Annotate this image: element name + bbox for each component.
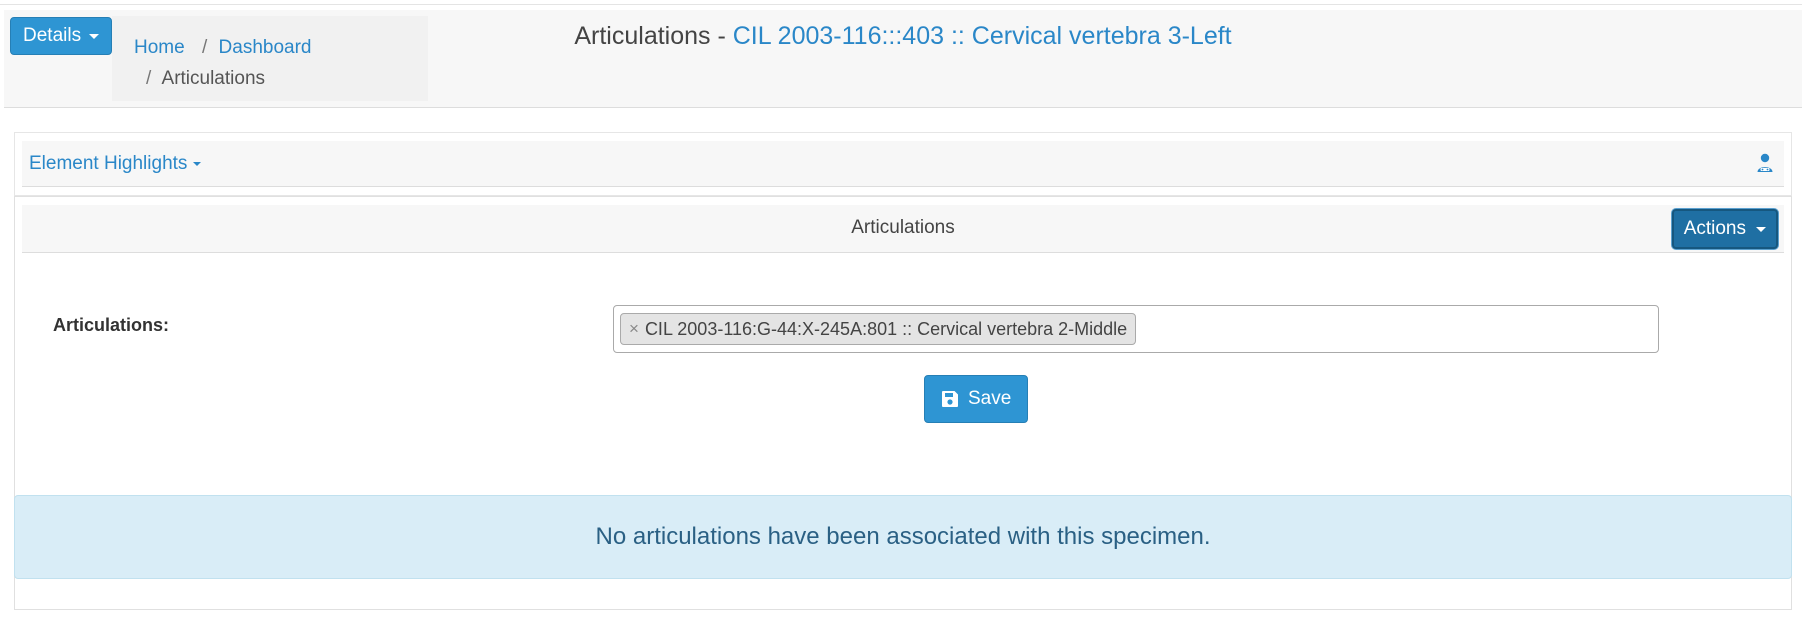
articulations-panel-header: Articulations Actions xyxy=(22,205,1784,253)
element-highlights-label: Element Highlights xyxy=(29,152,188,174)
actions-label: Actions xyxy=(1683,218,1746,239)
page-title: Articulations - CIL 2003-116:::403 :: Ce… xyxy=(4,22,1802,51)
caret-down-icon xyxy=(1756,226,1766,232)
floppy-disk-icon xyxy=(942,391,958,407)
top-divider xyxy=(0,4,1802,5)
no-articulations-alert: No articulations have been associated wi… xyxy=(14,495,1792,579)
breadcrumb-separator: / xyxy=(146,68,152,89)
element-highlights-header: Element Highlights xyxy=(22,141,1784,187)
alert-text: No articulations have been associated wi… xyxy=(595,523,1211,550)
page-header: Details Home / Dashboard / Articulations… xyxy=(4,10,1802,108)
panel-title: Articulations xyxy=(851,217,955,238)
actions-dropdown-button[interactable]: Actions xyxy=(1671,209,1778,249)
user-icon[interactable] xyxy=(1756,152,1774,174)
articulations-panel: Articulations Actions Articulations: × C… xyxy=(14,196,1792,610)
articulations-field-label: Articulations: xyxy=(53,315,170,335)
element-highlights-toggle[interactable]: Element Highlights xyxy=(29,152,202,175)
selected-articulation-chip: × CIL 2003-116:G-44:X-245A:801 :: Cervic… xyxy=(620,313,1137,345)
selected-articulation-label: CIL 2003-116:G-44:X-245A:801 :: Cervical… xyxy=(644,318,1128,339)
caret-down-icon xyxy=(193,161,202,166)
breadcrumb-current: Articulations xyxy=(161,68,266,89)
save-label: Save xyxy=(968,388,1012,409)
specimen-title-link[interactable]: CIL 2003-116:::403 :: Cervical vertebra … xyxy=(733,22,1232,50)
remove-chip-icon[interactable]: × xyxy=(629,319,639,339)
save-button[interactable]: Save xyxy=(924,375,1029,423)
page-title-prefix: Articulations - xyxy=(574,22,733,50)
element-highlights-bar: Element Highlights xyxy=(14,132,1792,196)
articulations-multiselect[interactable]: × CIL 2003-116:G-44:X-245A:801 :: Cervic… xyxy=(613,305,1659,353)
